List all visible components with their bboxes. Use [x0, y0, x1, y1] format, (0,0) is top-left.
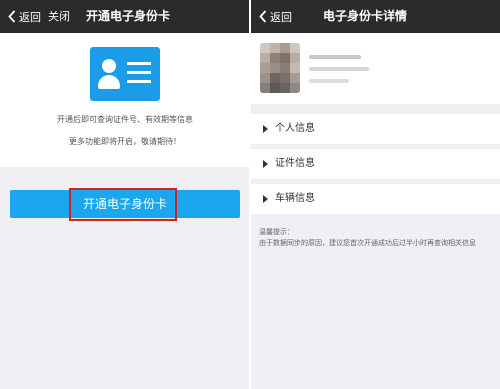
intro-text-2: 更多功能即将开启，敬请期待！	[69, 137, 181, 146]
section-label: 证件信息	[275, 158, 315, 169]
blurred-photo-icon	[260, 43, 300, 93]
intro-panel: 开通后即可查询证件号、有效期等信息 更多功能即将开启，敬请期待！	[0, 33, 250, 167]
back-label: 返回	[19, 10, 41, 24]
page-title: 开通电子身份卡	[86, 9, 171, 23]
section-document-info[interactable]: 证件信息	[251, 149, 500, 179]
caret-right-icon	[263, 195, 268, 203]
blurred-name	[309, 55, 361, 59]
blurred-detail	[309, 79, 349, 83]
caret-right-icon	[263, 160, 268, 168]
id-card-icon	[90, 47, 160, 101]
blurred-id	[309, 67, 369, 71]
eid-detail-screen: 返回 电子身份卡详情 个人信息 证件信息 车辆信息 温馨提示： 由于数据同步的原…	[251, 0, 500, 389]
close-button[interactable]: 关闭	[48, 0, 70, 33]
tip-text: 由于数据同步的原因，建议您首次开通成功后过半小时再查询相关信息	[259, 239, 476, 247]
highlight-box	[69, 188, 177, 221]
navbar: 返回 关闭 开通电子身份卡	[0, 0, 250, 33]
page-title: 电子身份卡详情	[323, 9, 408, 23]
tip-title: 温馨提示：	[259, 228, 294, 236]
section-label: 车辆信息	[275, 193, 315, 204]
back-button[interactable]: 返回	[259, 0, 292, 33]
section-personal-info[interactable]: 个人信息	[251, 114, 500, 144]
section-vehicle-info[interactable]: 车辆信息	[251, 184, 500, 214]
chevron-left-icon	[259, 10, 267, 23]
back-button[interactable]: 返回	[8, 0, 41, 33]
caret-right-icon	[263, 125, 268, 133]
chevron-left-icon	[8, 10, 16, 23]
avatar	[260, 43, 300, 93]
section-label: 个人信息	[275, 123, 315, 134]
back-label: 返回	[270, 10, 292, 24]
profile-card	[251, 33, 500, 104]
navbar: 返回 电子身份卡详情	[251, 0, 500, 33]
intro-text-1: 开通后即可查询证件号、有效期等信息	[57, 115, 193, 124]
